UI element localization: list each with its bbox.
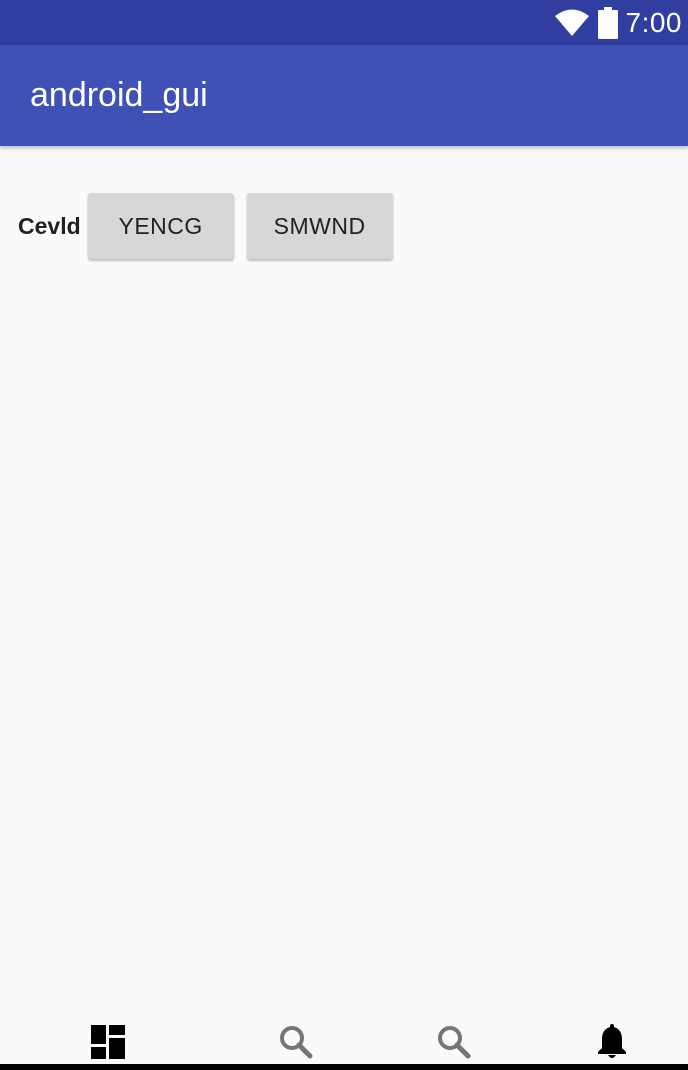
nav-item-search-2[interactable] (434, 1025, 474, 1064)
dashboard-icon (91, 1024, 125, 1064)
bottom-nav (0, 1012, 688, 1064)
row-label: Cevld (18, 212, 81, 239)
app-bar: android_gui (0, 45, 688, 146)
nav-item-dashboard[interactable] (88, 1024, 128, 1064)
yencg-button[interactable]: YENCG (87, 193, 234, 259)
smwnd-button[interactable]: SMWND (246, 193, 393, 259)
app-screen: 7:00 android_gui Cevld YENCG SMWND (0, 0, 688, 1070)
notifications-icon (597, 1023, 627, 1065)
wifi-icon (554, 9, 590, 37)
content-row: Cevld YENCG SMWND (18, 193, 393, 259)
status-bar: 7:00 (0, 0, 688, 45)
search-icon (279, 1025, 313, 1064)
battery-icon (597, 6, 618, 39)
search-icon (437, 1025, 471, 1064)
nav-item-notifications[interactable] (592, 1023, 632, 1065)
app-title: android_gui (30, 76, 208, 114)
bottom-edge (0, 1064, 688, 1070)
status-time: 7:00 (625, 6, 682, 38)
nav-item-search-1[interactable] (276, 1025, 316, 1064)
